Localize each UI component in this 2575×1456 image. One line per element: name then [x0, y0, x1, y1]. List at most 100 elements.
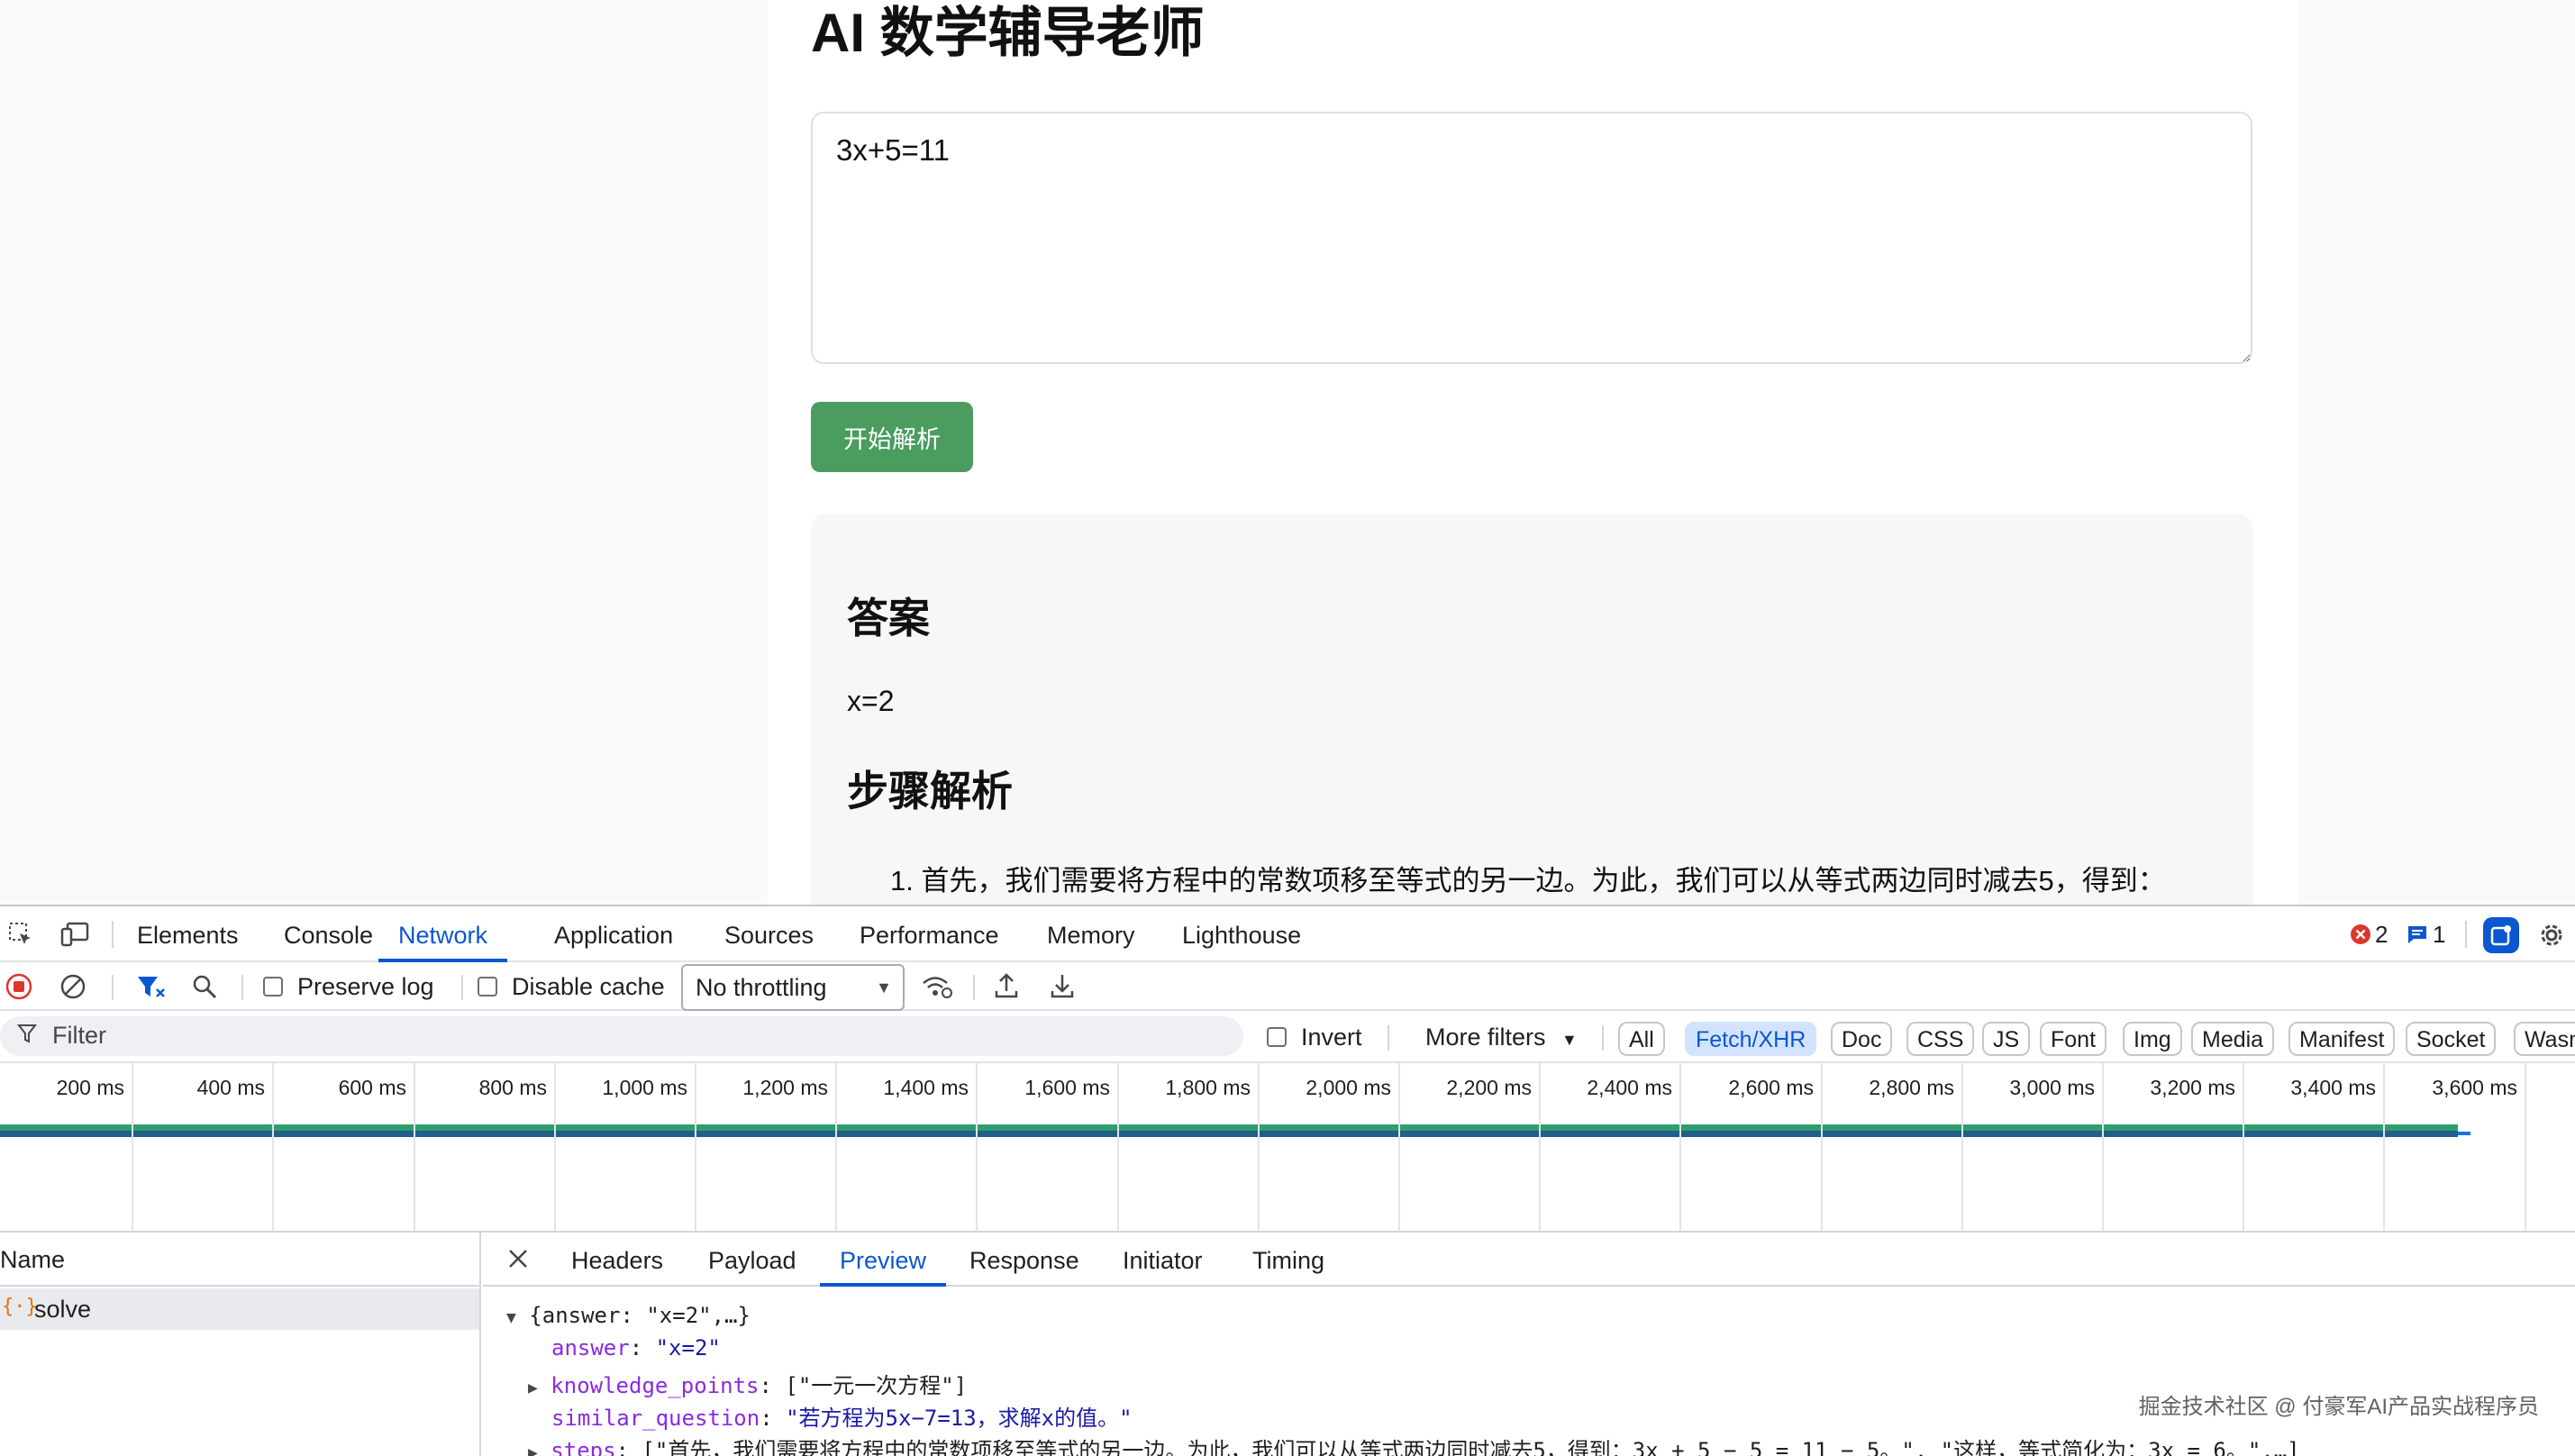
separator	[112, 975, 114, 1000]
filter-type-img[interactable]: Img	[2123, 1022, 2182, 1056]
filter-type-all[interactable]: All	[1618, 1022, 1665, 1056]
message-icon[interactable]	[2406, 924, 2429, 945]
tab-lighthouse[interactable]: Lighthouse	[1182, 906, 1301, 962]
request-detail-pane: Headers Payload Preview Response Initiat…	[483, 1233, 2575, 1456]
filter-funnel-icon[interactable]	[135, 973, 166, 1000]
json-property-steps[interactable]: ▶ steps: ["首先，我们需要将方程中的常数项移至等式的另一边。为此，我们…	[528, 1433, 2300, 1456]
timeline-tick-label: 3,400 ms	[2290, 1076, 2376, 1099]
close-icon[interactable]	[505, 1245, 532, 1272]
disable-cache-checkbox[interactable]	[478, 977, 497, 996]
json-key: knowledge_points	[550, 1373, 760, 1398]
invert-checkbox[interactable]	[1267, 1027, 1287, 1047]
filter-type-js[interactable]: JS	[1982, 1022, 2031, 1056]
search-icon[interactable]	[191, 973, 218, 1000]
import-har-icon[interactable]	[993, 971, 1020, 1000]
timeline-gridline	[1961, 1063, 1963, 1231]
json-property-similar-question: similar_question: "若方程为5x−7=13，求解x的值。"	[551, 1406, 1133, 1431]
detail-tab-initiator[interactable]: Initiator	[1123, 1233, 1203, 1287]
result-panel	[811, 514, 2252, 905]
stop-recording-icon[interactable]	[5, 973, 32, 1000]
export-har-icon[interactable]	[1049, 971, 1076, 1000]
timeline-gridline	[2383, 1063, 2385, 1231]
separator	[973, 975, 975, 1000]
separator	[2465, 921, 2467, 948]
tab-elements[interactable]: Elements	[137, 906, 239, 962]
json-root-summary: {answer: "x=2",…}	[529, 1303, 751, 1328]
tab-console[interactable]: Console	[284, 906, 373, 962]
timeline-gridline	[272, 1063, 274, 1231]
message-count[interactable]: 1	[2433, 921, 2445, 949]
timeline-tick-label: 400 ms	[196, 1076, 265, 1099]
filter-type-manifest[interactable]: Manifest	[2288, 1022, 2396, 1056]
timeline-gridline	[1539, 1063, 1541, 1231]
steps-heading: 步骤解析	[847, 768, 1013, 814]
timeline-overview[interactable]: 200 ms 400 ms 600 ms 800 ms 1,000 ms 1,200 ms…	[0, 1063, 2575, 1233]
timeline-tick-label: 200 ms	[56, 1076, 124, 1099]
json-key: similar_question	[551, 1406, 760, 1431]
filter-type-fetch-xhr[interactable]: Fetch/XHR	[1685, 1022, 1817, 1056]
device-toolbar-icon[interactable]	[59, 919, 92, 950]
network-conditions-icon[interactable]	[921, 973, 953, 1000]
preserve-log-checkbox[interactable]	[263, 977, 283, 996]
timeline-tick-label: 3,200 ms	[2150, 1076, 2235, 1099]
ai-assistant-icon[interactable]	[2483, 917, 2519, 953]
filter-type-font[interactable]: Font	[2040, 1022, 2107, 1056]
detail-tab-timing[interactable]: Timing	[1252, 1233, 1324, 1287]
json-property-knowledge-points[interactable]: ▶ knowledge_points: ["一元一次方程"]	[528, 1368, 967, 1399]
tab-network[interactable]: Network	[378, 906, 508, 962]
timeline-tick-label: 2,600 ms	[1728, 1076, 1814, 1099]
request-details-area: Name {·} solve Headers Payload Preview R…	[0, 1233, 2575, 1456]
filter-type-css[interactable]: CSS	[1906, 1022, 1975, 1056]
more-filters-dropdown[interactable]: More filters ▼	[1425, 1024, 1578, 1051]
throttling-select[interactable]: No throttling ▼	[681, 964, 905, 1011]
web-page: AI 数学辅导老师 开始解析 答案 x=2 步骤解析 1. 首先，我们需要将方程…	[0, 0, 2575, 905]
separator	[1602, 1025, 1604, 1051]
watermark: 掘金技术社区 @ 付豪军AI产品实战程序员	[2138, 1395, 2539, 1419]
json-key: steps	[550, 1438, 616, 1456]
timeline-tick-label: 2,400 ms	[1587, 1076, 1672, 1099]
filter-icon	[16, 1022, 38, 1051]
chevron-down-icon: ▼	[876, 978, 892, 996]
collapse-triangle-icon: ▶	[528, 1443, 538, 1456]
solve-button[interactable]: 开始解析	[811, 402, 973, 472]
timeline-gridline	[835, 1063, 837, 1231]
question-input[interactable]	[811, 112, 2252, 364]
tab-application[interactable]: Application	[554, 906, 673, 962]
error-icon[interactable]	[2350, 924, 2371, 945]
separator	[1388, 1025, 1389, 1051]
request-name: solve	[34, 1296, 92, 1323]
inspect-element-icon[interactable]	[5, 919, 36, 950]
tab-sources[interactable]: Sources	[724, 906, 814, 962]
detail-tab-headers[interactable]: Headers	[571, 1233, 663, 1287]
json-value: "x=2"	[655, 1335, 721, 1360]
chevron-down-icon: ▼	[1561, 1031, 1578, 1049]
filter-input[interactable]: Filter	[0, 1016, 1243, 1056]
filter-type-media[interactable]: Media	[2191, 1022, 2275, 1056]
timeline-tick-label: 1,800 ms	[1165, 1076, 1251, 1099]
filter-type-wasm[interactable]: Wasm	[2514, 1022, 2575, 1056]
timeline-gridline	[132, 1063, 133, 1231]
detail-tab-preview[interactable]: Preview	[820, 1233, 947, 1287]
timeline-gridline	[695, 1063, 696, 1231]
detail-tab-response[interactable]: Response	[969, 1233, 1079, 1287]
name-column-header[interactable]: Name	[0, 1233, 481, 1287]
filter-type-socket[interactable]: Socket	[2406, 1022, 2497, 1056]
detail-tab-payload[interactable]: Payload	[708, 1233, 796, 1287]
collapse-triangle-icon: ▶	[528, 1379, 538, 1397]
preserve-log-label: Preserve log	[297, 973, 434, 1000]
filter-type-doc[interactable]: Doc	[1831, 1022, 1893, 1056]
error-count[interactable]: 2	[2375, 921, 2388, 949]
timeline-gridline	[414, 1063, 415, 1231]
json-value: "若方程为5x−7=13，求解x的值。"	[786, 1406, 1133, 1431]
tab-memory[interactable]: Memory	[1047, 906, 1135, 962]
timeline-gridline	[2243, 1063, 2244, 1231]
separator	[241, 975, 243, 1000]
timeline-gridline	[1117, 1063, 1119, 1231]
settings-gear-icon[interactable]	[2535, 919, 2568, 951]
clear-icon[interactable]	[59, 973, 86, 1000]
json-property-answer: answer: "x=2"	[551, 1335, 721, 1360]
request-row[interactable]: {·} solve	[0, 1288, 479, 1330]
tab-performance[interactable]: Performance	[860, 906, 999, 962]
json-root[interactable]: ▼ {answer: "x=2",…}	[506, 1303, 751, 1328]
timeline-tick-label: 600 ms	[338, 1076, 406, 1099]
